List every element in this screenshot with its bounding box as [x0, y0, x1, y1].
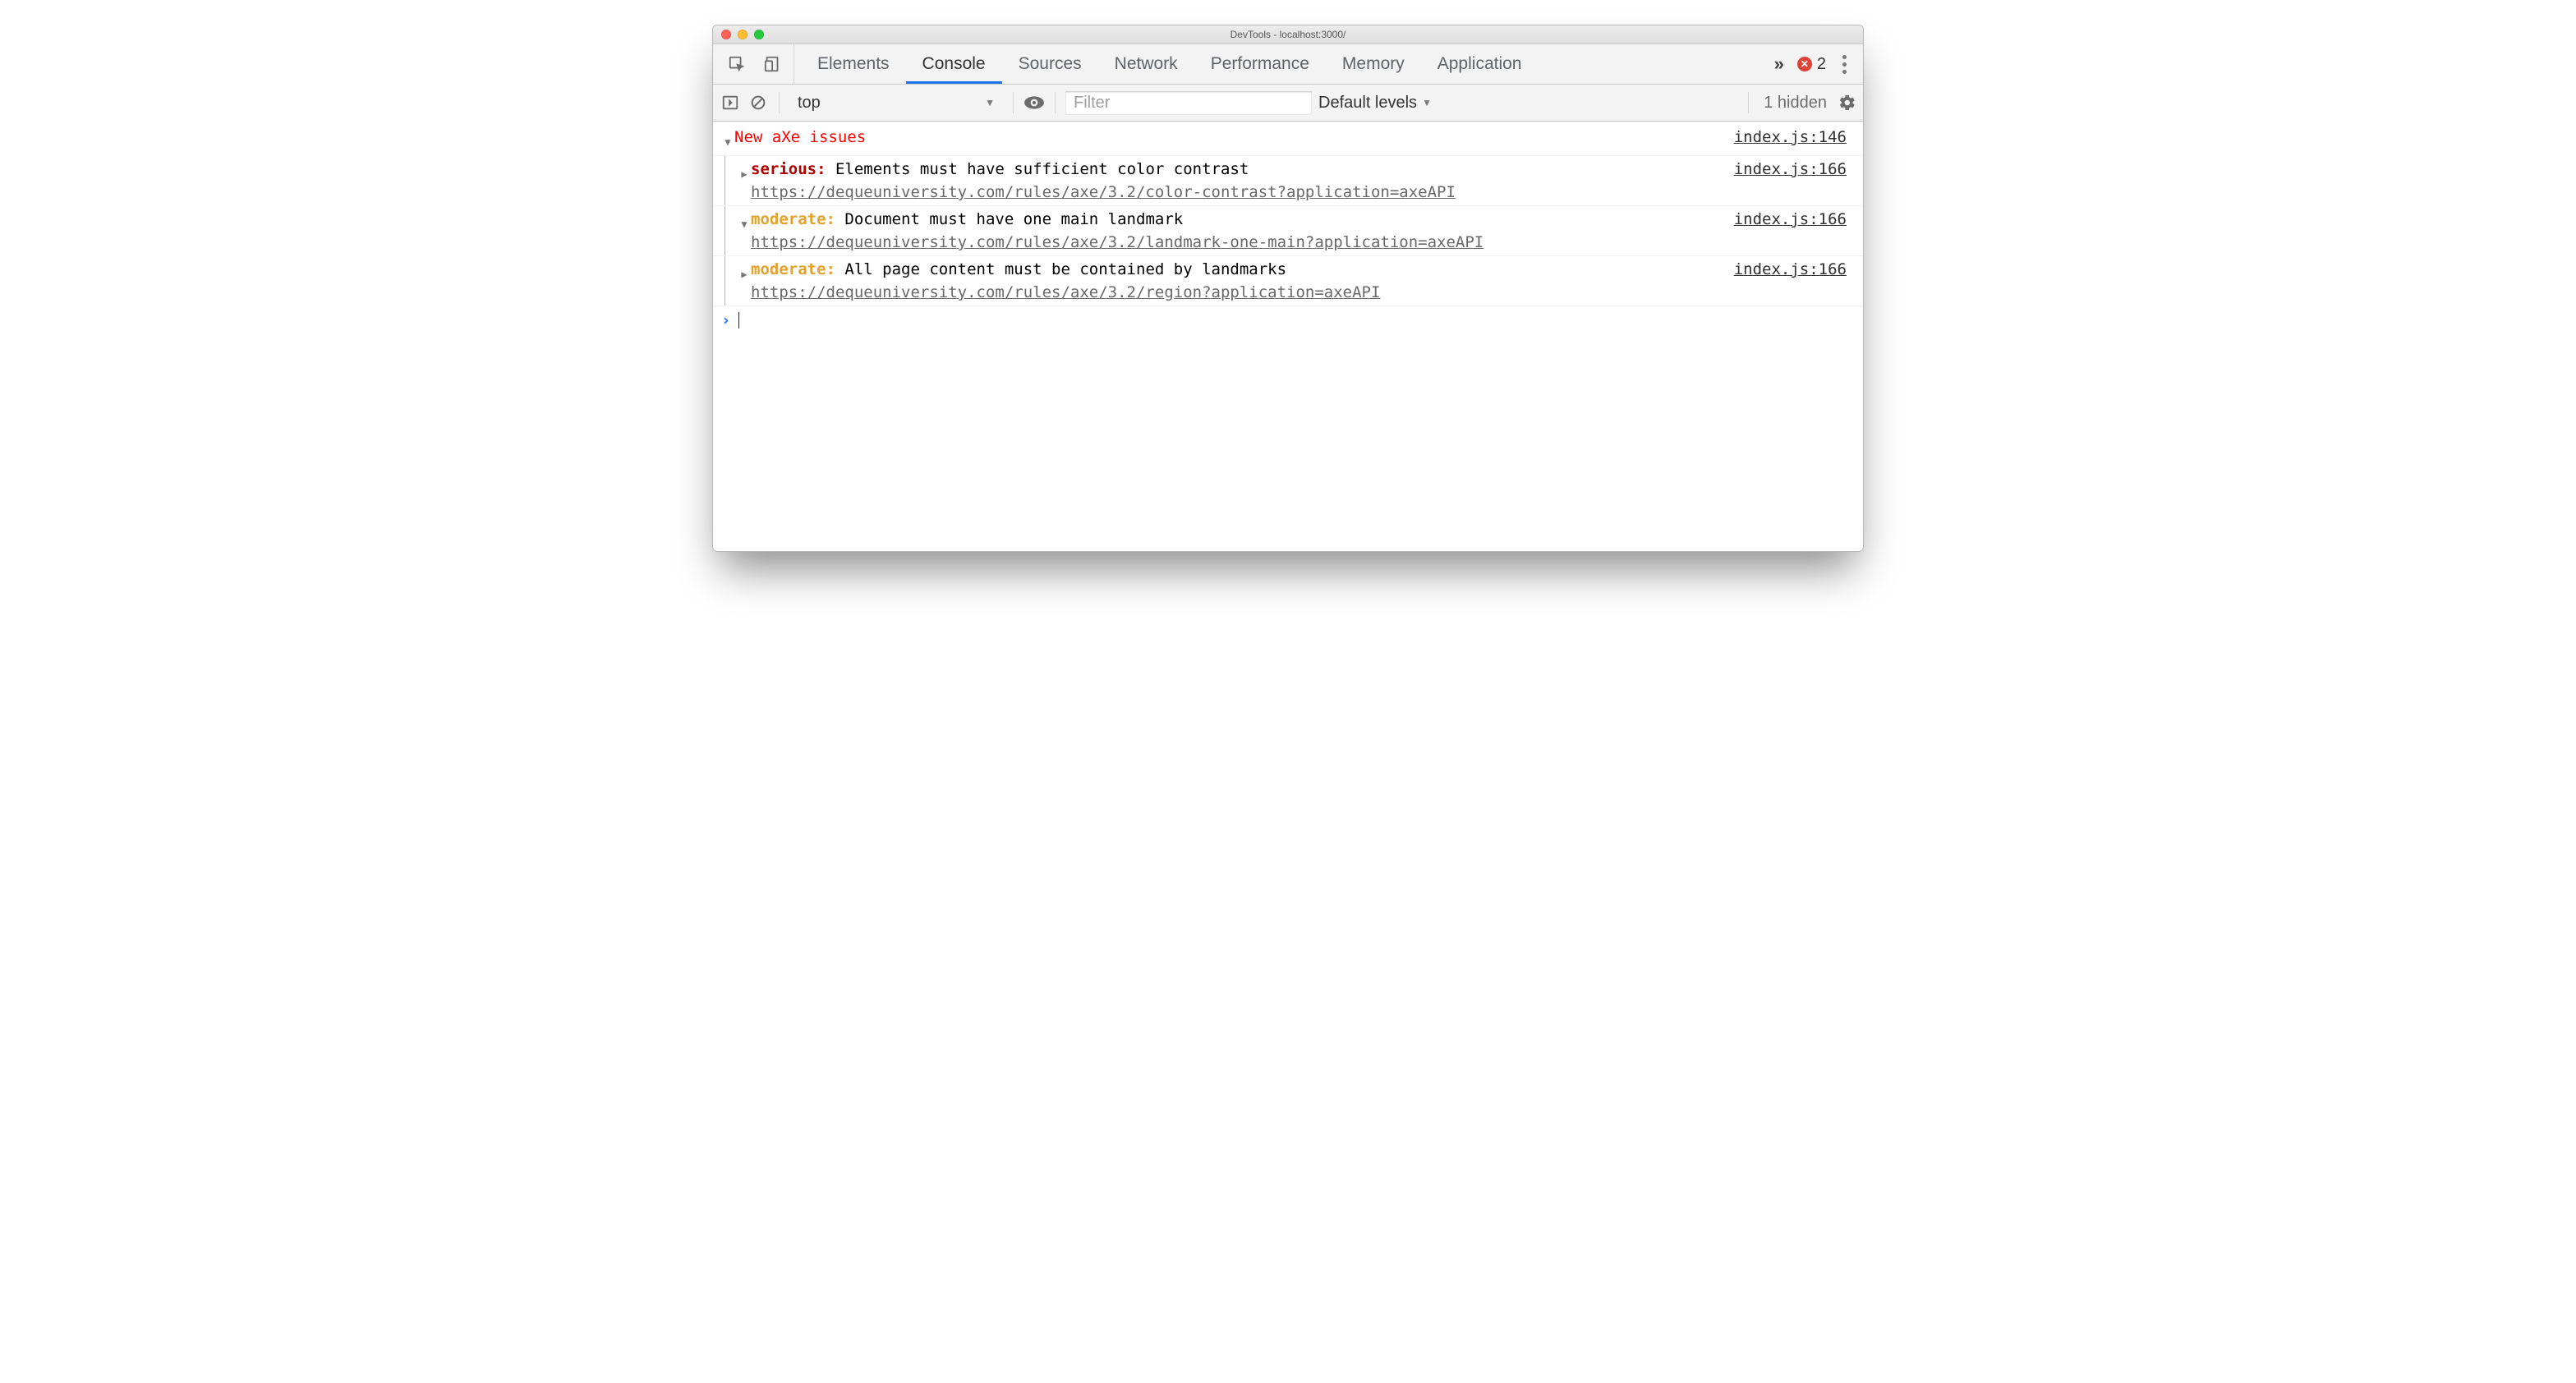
live-expression-icon[interactable] — [1024, 92, 1045, 113]
clear-console-icon[interactable] — [748, 92, 769, 113]
console-toolbar: top ▼ Default levels ▼ 1 hidden — [713, 85, 1863, 122]
log-main: moderate: Document must have one main la… — [751, 208, 1734, 254]
console-entries: ▶serious: Elements must have sufficient … — [713, 156, 1863, 306]
tab-sources[interactable]: Sources — [1002, 44, 1098, 84]
console-log-row[interactable]: ▶moderate: All page content must be cont… — [713, 256, 1863, 306]
disclosure-triangle-right-icon[interactable]: ▶ — [738, 258, 751, 286]
tab-application[interactable]: Application — [1421, 44, 1539, 84]
toolbar-separator — [779, 92, 780, 113]
error-count-pill[interactable]: ✕ 2 — [1797, 55, 1826, 74]
titlebar: DevTools - localhost:3000/ — [713, 25, 1863, 44]
console-group-label: New aXe issues — [734, 126, 866, 149]
console-toolbar-right: 1 hidden — [1745, 92, 1856, 113]
log-main: serious: Elements must have sufficient c… — [751, 158, 1734, 204]
console-prompt[interactable]: › — [713, 306, 1863, 334]
toggle-sidebar-icon[interactable] — [720, 92, 741, 113]
chevron-down-icon: ▼ — [1422, 97, 1432, 108]
log-levels-select[interactable]: Default levels ▼ — [1318, 94, 1432, 113]
severity-label: moderate: — [751, 210, 835, 228]
console-log-row[interactable]: ▶serious: Elements must have sufficient … — [713, 156, 1863, 206]
window-close-button[interactable] — [721, 30, 731, 39]
hidden-count-label: 1 hidden — [1764, 94, 1827, 113]
doc-url-link[interactable]: https://dequeuniversity.com/rules/axe/3.… — [751, 181, 1724, 204]
toolbar-separator — [1748, 92, 1749, 113]
execution-context-value: top — [798, 94, 821, 113]
panel-tabs: Elements Console Sources Network Perform… — [801, 44, 1538, 84]
tree-connector-line — [724, 256, 725, 306]
toolbar-separator — [1013, 92, 1014, 113]
tab-console[interactable]: Console — [906, 44, 1002, 84]
prompt-cursor — [738, 312, 739, 329]
doc-url-link[interactable]: https://dequeuniversity.com/rules/axe/3.… — [751, 281, 1724, 304]
log-message: All page content must be contained by la… — [835, 260, 1286, 278]
disclosure-triangle-right-icon[interactable]: ▶ — [738, 158, 751, 186]
tree-connector-line — [724, 206, 725, 255]
prompt-caret-icon: › — [721, 310, 738, 331]
source-link[interactable]: index.js:166 — [1734, 258, 1847, 281]
traffic-lights — [713, 30, 764, 39]
log-message: Elements must have sufficient color cont… — [826, 160, 1249, 178]
error-icon: ✕ — [1797, 57, 1812, 71]
tab-elements[interactable]: Elements — [801, 44, 906, 84]
console-settings-icon[interactable] — [1838, 94, 1856, 112]
severity-label: moderate: — [751, 260, 835, 278]
tabs-right-group: » ✕ 2 — [1774, 52, 1860, 77]
inspect-element-icon[interactable] — [726, 53, 748, 75]
overflow-tabs-button[interactable]: » — [1774, 53, 1784, 75]
devtools-window: DevTools - localhost:3000/ Elements Cons… — [712, 25, 1864, 552]
source-link[interactable]: index.js:166 — [1734, 208, 1847, 231]
source-link[interactable]: index.js:146 — [1734, 126, 1847, 149]
tab-memory[interactable]: Memory — [1326, 44, 1421, 84]
error-count-value: 2 — [1817, 55, 1826, 74]
log-message: Document must have one main landmark — [835, 210, 1183, 228]
severity-label: serious: — [751, 160, 826, 178]
console-group-header[interactable]: ▼ New aXe issues index.js:146 — [713, 124, 1863, 156]
window-maximize-button[interactable] — [754, 30, 764, 39]
source-link[interactable]: index.js:166 — [1734, 158, 1847, 181]
disclosure-triangle-down-icon[interactable]: ▼ — [738, 208, 751, 236]
window-minimize-button[interactable] — [738, 30, 748, 39]
settings-kebab-icon[interactable] — [1839, 52, 1850, 77]
tree-connector-line — [724, 156, 725, 205]
tab-performance[interactable]: Performance — [1194, 44, 1326, 84]
device-toolbar-icon[interactable] — [762, 53, 784, 75]
disclosure-triangle-down-icon[interactable]: ▼ — [721, 126, 734, 154]
chevron-down-icon: ▼ — [985, 97, 995, 108]
toolbar-separator — [1055, 92, 1056, 113]
inspect-toggle-group — [716, 44, 794, 84]
console-body: ▼ New aXe issues index.js:146 ▶serious: … — [713, 122, 1863, 551]
tab-network[interactable]: Network — [1098, 44, 1194, 84]
log-levels-label: Default levels — [1318, 94, 1417, 113]
main-tabs-row: Elements Console Sources Network Perform… — [713, 44, 1863, 85]
doc-url-link[interactable]: https://dequeuniversity.com/rules/axe/3.… — [751, 231, 1724, 254]
console-log-row[interactable]: ▼moderate: Document must have one main l… — [713, 206, 1863, 256]
filter-input[interactable] — [1065, 91, 1312, 114]
window-title: DevTools - localhost:3000/ — [713, 29, 1863, 40]
execution-context-select[interactable]: top ▼ — [789, 94, 1003, 113]
log-main: moderate: All page content must be conta… — [751, 258, 1734, 304]
